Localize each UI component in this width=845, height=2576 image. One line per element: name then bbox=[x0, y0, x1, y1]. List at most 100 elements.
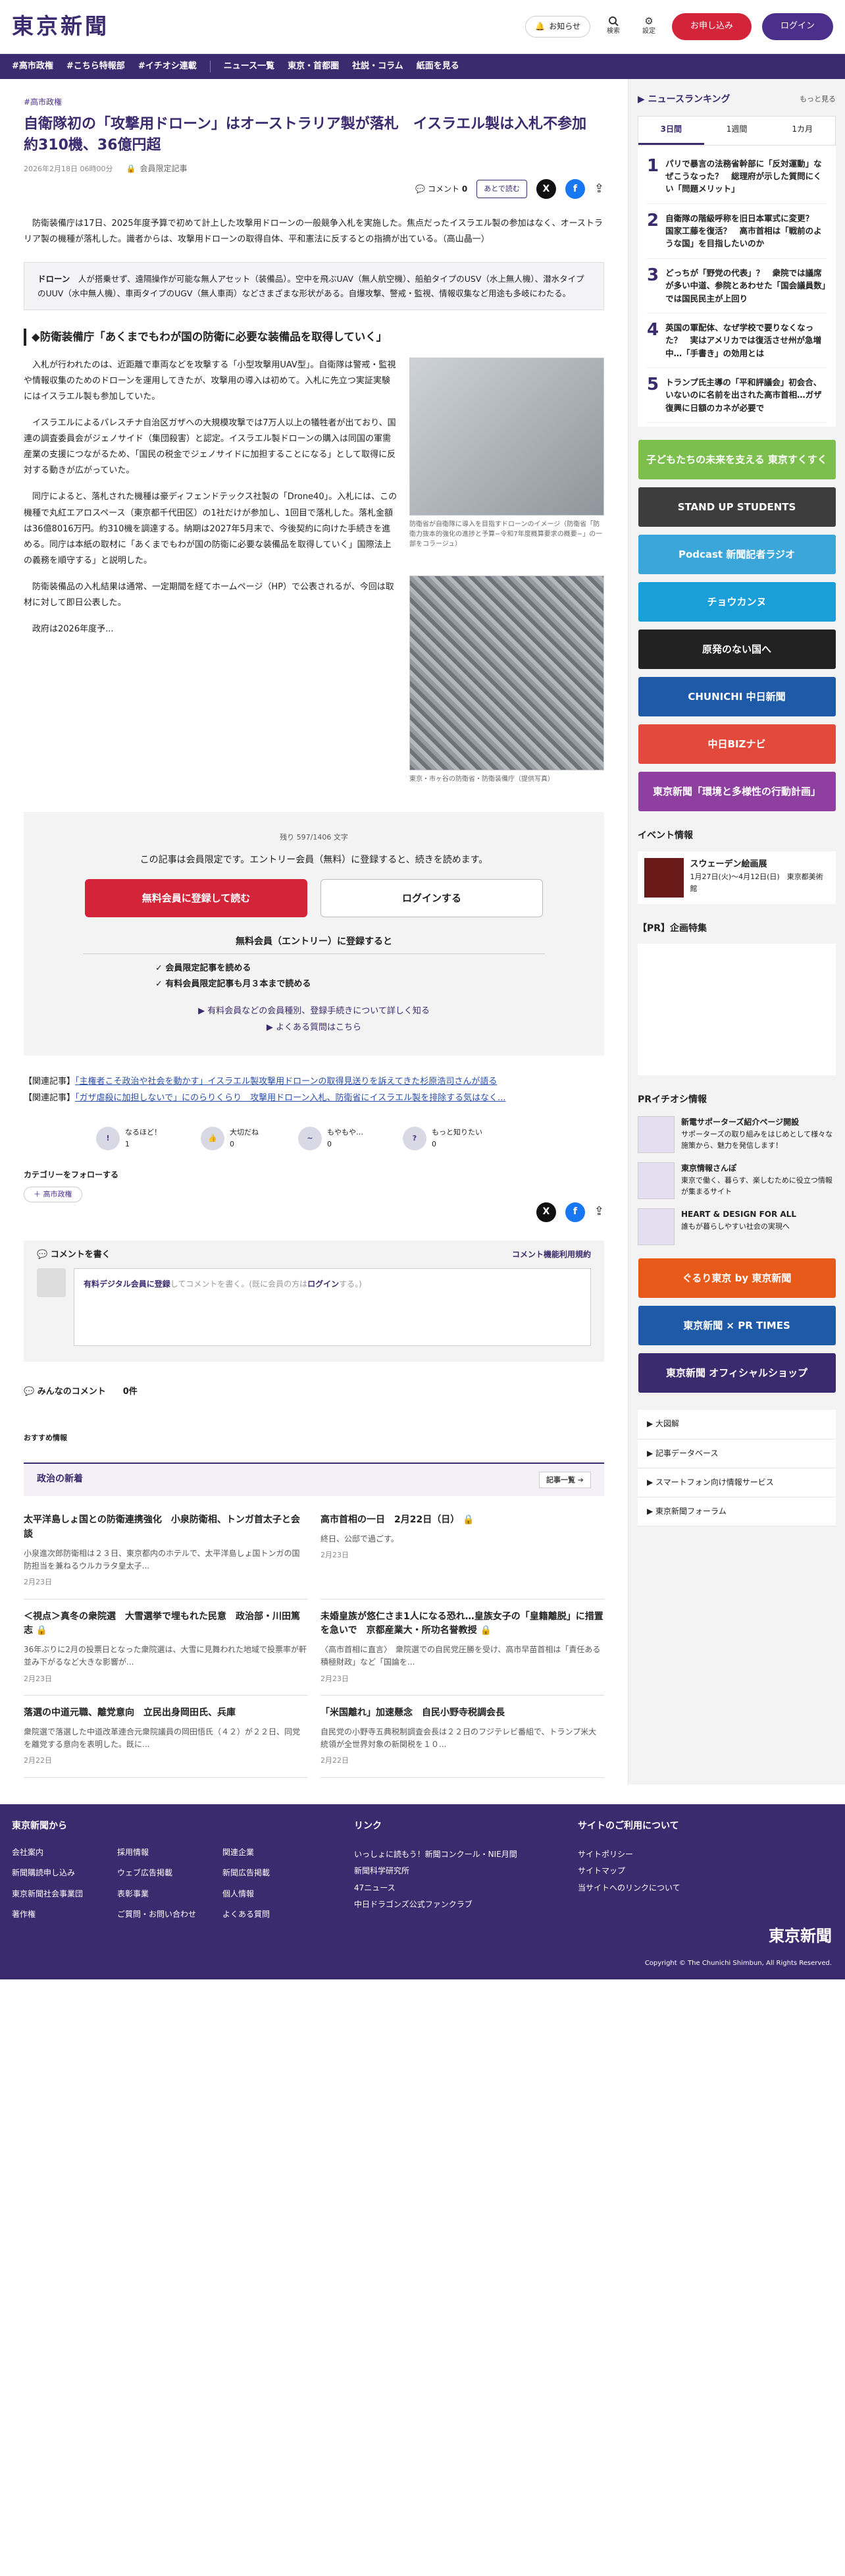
ranking-item[interactable]: 2 自衛隊の階級呼称を旧日本軍式に変更？ 国家工藤を復活？ 高市首相は「戦前のよう… bbox=[647, 204, 827, 259]
footer-link[interactable]: 東京新聞社会事業団 bbox=[12, 1888, 117, 1900]
news-item[interactable]: 落選の中道元職、離党意向 立民出身岡田氏、兵庫 衆院選で落選した中道改革連合元衆院… bbox=[24, 1696, 307, 1778]
banner-biz-navi[interactable]: 中日BIZナビ bbox=[638, 724, 836, 765]
comment-textarea[interactable]: 有料デジタル会員に登録してコメントを書く。(既に会員の方はログインする。) bbox=[74, 1268, 591, 1347]
banner-sukusuku[interactable]: 子どもたちの未来を支える 東京すくすく bbox=[638, 440, 836, 480]
banner-environment[interactable]: 東京新聞「環境と多様性の行動計画」 bbox=[638, 772, 836, 812]
banner-chunichi[interactable]: CHUNICHI 中日新聞 bbox=[638, 677, 836, 717]
footer-link[interactable]: 関連企業 bbox=[222, 1846, 328, 1859]
banner-prtimes[interactable]: 東京新聞 × PR TIMES bbox=[638, 1306, 836, 1346]
banner-stand-up[interactable]: STAND UP STUDENTS bbox=[638, 487, 836, 527]
x-share-icon[interactable]: X bbox=[536, 1202, 556, 1222]
share-icon[interactable]: ⇪ bbox=[594, 1202, 604, 1221]
facebook-share-icon[interactable]: f bbox=[565, 179, 585, 200]
news-item[interactable]: 未婚皇族が悠仁さま1人になる恐れ…皇族女子の「皇籍離脱」に措置を急いで 京都産業… bbox=[320, 1599, 604, 1696]
comment-login-link[interactable]: ログイン bbox=[307, 1279, 339, 1289]
footer-link[interactable]: サイトポリシー bbox=[578, 1850, 633, 1859]
footer-link[interactable]: ウェブ広告掲載 bbox=[117, 1867, 222, 1879]
pr-item[interactable]: 東京情報さんぽ 東京で働く、暮らす、楽しむために役立つ情報が集まるサイト bbox=[638, 1162, 836, 1200]
ranking-more-link[interactable]: もっと見る bbox=[800, 94, 836, 105]
search-button[interactable]: 検索 bbox=[601, 16, 626, 37]
footer-link[interactable]: 47ニュース bbox=[354, 1883, 396, 1892]
nav-item-tokuhobu[interactable]: #こちら特報部 bbox=[66, 60, 125, 74]
footer-link[interactable]: サイトマップ bbox=[578, 1866, 625, 1875]
side-link[interactable]: ▶ スマートフォン向け情報サービス bbox=[638, 1468, 836, 1497]
side-link[interactable]: ▶ 記事データベース bbox=[638, 1439, 836, 1468]
side-link[interactable]: ▶ 大図解 bbox=[638, 1410, 836, 1439]
comment-count[interactable]: 💬 コメント 0 bbox=[415, 183, 467, 196]
news-item[interactable]: 「米国離れ」加速懸念 自民小野寺税調会長 自民党の小野寺五典税制調査会長は２２日の… bbox=[320, 1696, 604, 1778]
footer-link[interactable]: 新聞科学研究所 bbox=[354, 1866, 409, 1875]
nav-item-takaichi[interactable]: #高市政権 bbox=[12, 60, 53, 74]
pr-item[interactable]: 新電サポーターズ紹介ページ開設 サポーターズの取り組みをはじめとして様々な施策から… bbox=[638, 1116, 836, 1154]
nav-item-ichioshi[interactable]: #イチオシ連載 bbox=[138, 60, 197, 74]
reaction-naruhodo[interactable]: ! なるほど！ 1 bbox=[96, 1126, 161, 1150]
footer-link[interactable]: よくある質問 bbox=[222, 1908, 328, 1921]
more-link[interactable]: 記事一覧 ➔ bbox=[538, 1471, 591, 1489]
ranking-item[interactable]: 3 どっちが「野党の代表」？ 衆院では議席が多い中道、参院とあわせた「国会議員数」… bbox=[647, 259, 827, 313]
notice-button[interactable]: 🔔 お知らせ bbox=[525, 15, 590, 38]
nav-item-paper[interactable]: 紙面を見る bbox=[417, 60, 459, 74]
nav-item-editorial[interactable]: 社説・コラム bbox=[352, 60, 403, 74]
footer-link[interactable]: 新聞広告掲載 bbox=[222, 1867, 328, 1879]
drone-image[interactable] bbox=[409, 358, 604, 516]
free-register-button[interactable]: 無料会員に登録して読む bbox=[85, 879, 307, 918]
footer-link[interactable]: 採用情報 bbox=[117, 1846, 222, 1859]
reaction-moyamoya[interactable]: ~ もやもや… 0 bbox=[298, 1126, 363, 1150]
facebook-share-icon[interactable]: f bbox=[565, 1202, 585, 1222]
event-item[interactable]: スウェーデン絵画展 1月27日(火)〜4月12日(日) 東京都美術館 bbox=[638, 851, 836, 904]
reaction-motto[interactable]: ? もっと知りたい 0 bbox=[403, 1126, 482, 1150]
side-link[interactable]: ▶ 東京新聞フォーラム bbox=[638, 1497, 836, 1527]
nav-item-news-list[interactable]: ニュース一覧 bbox=[224, 60, 274, 74]
footer-link[interactable]: いっしょに読もう！新聞コンクール・NIE月間 bbox=[354, 1850, 517, 1859]
tab-1month[interactable]: 1カ月 bbox=[769, 117, 835, 144]
pr-item[interactable]: HEART & DESIGN FOR ALL 誰もが暮らしやすい社会の実現へ bbox=[638, 1208, 836, 1246]
related-item: 【関連記事】「ガザ虐殺に加担しないで」にのらりくらり 攻撃用ドローン入札、防衛省… bbox=[24, 1093, 506, 1104]
banner-chokanu[interactable]: チョウカンヌ bbox=[638, 582, 836, 622]
site-logo[interactable]: 東京新聞 bbox=[12, 9, 109, 44]
banner-shop[interactable]: 東京新聞 オフィシャルショップ bbox=[638, 1353, 836, 1393]
reaction-taisetsu[interactable]: 👍 大切だね 0 bbox=[201, 1126, 259, 1150]
paywall-login-button[interactable]: ログインする bbox=[320, 879, 543, 918]
benefit-list: ✓ 会員限定記事を読める ✓ 有料会員限定記事も月３本まで読める bbox=[155, 962, 545, 992]
paragraph: イスラエルによるパレスチナ自治区ガザへの大規模攻撃では7万人以上の犠牲者が出てお… bbox=[24, 418, 396, 476]
news-item[interactable]: ＜視点＞真冬の衆院選 大雪選挙で埋もれた民意 政治部・川田篤志 🔒 36年ぶりに2… bbox=[24, 1599, 307, 1696]
footer-link[interactable]: 個人情報 bbox=[222, 1888, 328, 1900]
ranking-item[interactable]: 4 英国の軍配体、なぜ学校で要りなくなった？ 実はアメリカでは復活させ州が急増中…… bbox=[647, 313, 827, 369]
article-category[interactable]: #高市政権 bbox=[24, 96, 604, 109]
banner-podcast[interactable]: Podcast 新聞記者ラジオ bbox=[638, 535, 836, 575]
read-later-button[interactable]: あとで読む bbox=[476, 180, 527, 198]
tab-3days[interactable]: 3日間 bbox=[638, 117, 704, 145]
settings-button[interactable]: ⚙ 設定 bbox=[636, 16, 661, 37]
login-button[interactable]: ログイン bbox=[761, 13, 833, 40]
faq-link[interactable]: ▶ よくある質問はこちら bbox=[83, 1020, 545, 1036]
members-badge: 🔒 会員限定記事 bbox=[126, 163, 187, 175]
follow-tag[interactable]: ＋ 高市政権 bbox=[24, 1187, 82, 1202]
footer-link[interactable]: 新聞購読申し込み bbox=[12, 1867, 117, 1879]
comment-register-link[interactable]: 有料デジタル会員に登録 bbox=[84, 1279, 170, 1289]
comment-rules-link[interactable]: コメント機能利用規約 bbox=[512, 1248, 591, 1262]
nav-item-tokyo[interactable]: 東京・首都圏 bbox=[288, 60, 339, 74]
news-item[interactable]: 高市首相の一日 2月22日（日） 🔒 終日、公邸で過ごす。 2月23日 bbox=[320, 1503, 604, 1599]
footer-link[interactable]: 著作権 bbox=[12, 1908, 117, 1921]
benefit-item: ✓ 会員限定記事を読める bbox=[155, 963, 251, 973]
news-item[interactable]: 太平洋島しょ国との防衛連携強化 小泉防衛相、トンガ首太子と会談 小泉進次郎防衛相は… bbox=[24, 1503, 307, 1599]
register-button[interactable]: お申し込み bbox=[671, 13, 752, 40]
ranking-item[interactable]: 1 パリで暴言の法務省幹部に「反対運動」なぜこうなった？ 総理府が示した質問にくい… bbox=[647, 149, 827, 204]
ministry-photo[interactable] bbox=[409, 576, 604, 771]
footer-link[interactable]: 会社案内 bbox=[12, 1846, 117, 1859]
footer-logo[interactable]: 東京新聞 bbox=[769, 1923, 832, 1948]
membership-info-link[interactable]: ▶ 有料会員などの会員種別、登録手続きについて詳しく知る bbox=[83, 1004, 545, 1020]
ranking-item[interactable]: 5 トランプ氏主導の「平和評議会」初会合、いないのに名前を出された高市首相…ガザ復… bbox=[647, 368, 827, 423]
banner-genpatsu[interactable]: 原発のない国へ bbox=[638, 630, 836, 670]
x-share-icon[interactable]: X bbox=[536, 179, 556, 200]
footer-link[interactable]: ご質問・お問い合わせ bbox=[117, 1908, 222, 1921]
tab-1week[interactable]: 1週間 bbox=[704, 117, 770, 144]
footer-col-company: 東京新聞から 会社案内 採用情報 関連企業 新聞購読申し込み ウェブ広告掲載 新… bbox=[12, 1819, 328, 1940]
related-link[interactable]: 「ガザ虐殺に加担しないで」にのらりくらり 攻撃用ドローン入札、防衛省にイスラエル… bbox=[75, 1093, 505, 1103]
related-link[interactable]: 「主権者こそ政治や社会を動かす」イスラエル製攻撃用ドローンの取得見送りを訴えてき… bbox=[75, 1077, 497, 1087]
banner-gururi[interactable]: ぐるり東京 by 東京新聞 bbox=[638, 1258, 836, 1299]
footer-link[interactable]: 中日ドラゴンズ公式ファンクラブ bbox=[354, 1900, 473, 1909]
footer-link[interactable]: 当サイトへのリンクについて bbox=[578, 1883, 680, 1892]
share-icon[interactable]: ⇪ bbox=[594, 180, 604, 199]
footer-link[interactable]: 表彰事業 bbox=[117, 1888, 222, 1900]
